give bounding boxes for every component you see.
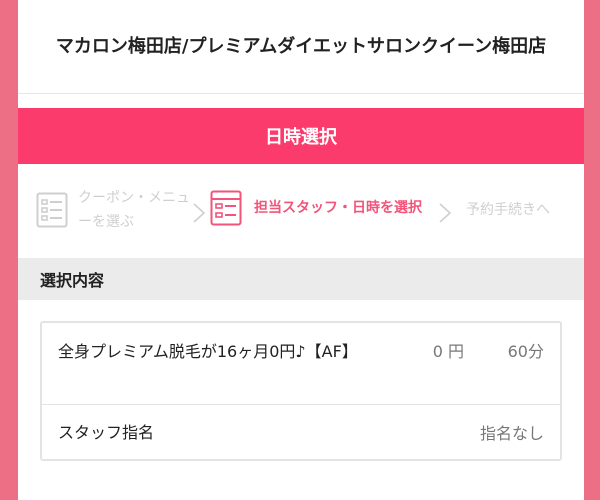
staff-row: スタッフ指名 指名なし	[42, 405, 560, 459]
page-heading-bar: 日時選択	[18, 108, 584, 164]
menu-item-name: 全身プレミアム脱毛が16ヶ月0円♪【AF】	[58, 342, 358, 361]
progress-steps: クーポン・メニューを選ぶ 担当スタッフ・日時を選択 予約手続きへ	[18, 164, 584, 258]
step-checkout: 予約手続きへ	[466, 198, 550, 222]
menu-item-price: 0 円	[432, 342, 464, 361]
shop-header: マカロン梅田店/プレミアムダイエットサロンクイーン梅田店	[18, 0, 584, 94]
booking-panel: マカロン梅田店/プレミアムダイエットサロンクイーン梅田店 日時選択 クーポン・メ…	[18, 0, 584, 500]
chevron-right-icon	[193, 203, 206, 223]
step-menu-label: クーポン・メニューを選ぶ	[78, 190, 190, 230]
step-checkout-label: 予約手続きへ	[466, 202, 550, 218]
staff-value: 指名なし	[479, 424, 544, 443]
step-staff-datetime-label: 担当スタッフ・日時を選択	[254, 200, 422, 216]
step-staff-datetime: 担当スタッフ・日時を選択	[210, 190, 422, 226]
selection-content: 全身プレミアム脱毛が16ヶ月0円♪【AF】 0 円 60分 スタッフ指名 指名な…	[18, 300, 584, 461]
section-title: 選択内容	[18, 258, 584, 300]
page-heading: 日時選択	[265, 127, 337, 148]
staff-label: スタッフ指名	[58, 422, 155, 442]
chevron-right-icon	[439, 203, 452, 223]
spacer	[18, 94, 584, 108]
menu-item-duration: 60分	[507, 342, 544, 361]
calendar-icon	[210, 190, 242, 226]
checklist-icon	[36, 192, 68, 228]
shop-title: マカロン梅田店/プレミアムダイエットサロンクイーン梅田店	[55, 35, 547, 57]
section-title-text: 選択内容	[40, 271, 105, 290]
step-menu: クーポン・メニューを選ぶ	[36, 186, 196, 234]
menu-item-row: 全身プレミアム脱毛が16ヶ月0円♪【AF】 0 円 60分	[42, 323, 560, 405]
selection-card: 全身プレミアム脱毛が16ヶ月0円♪【AF】 0 円 60分 スタッフ指名 指名な…	[40, 321, 562, 461]
